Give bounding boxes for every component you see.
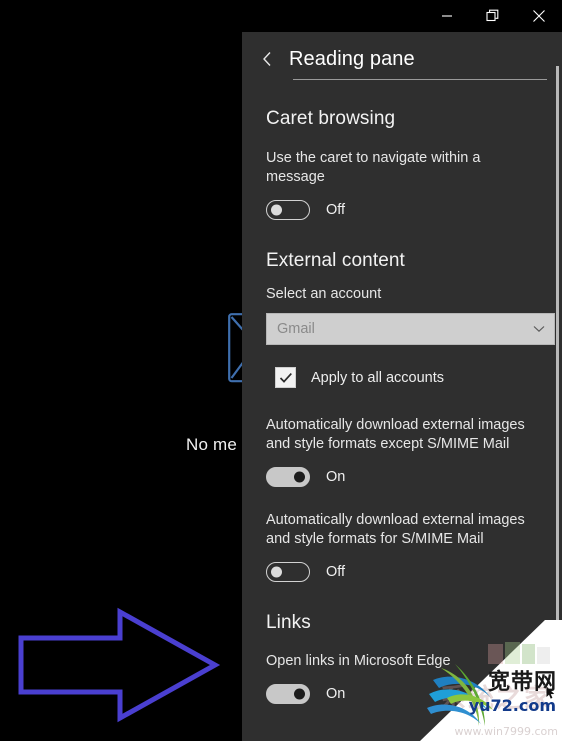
chevron-left-icon[interactable]: [254, 46, 280, 72]
header-divider: [293, 79, 547, 80]
download-for-smime-toggle[interactable]: [266, 562, 310, 582]
caret-browsing-toggle[interactable]: [266, 200, 310, 220]
app-window: No me Reading pane Caret browsing Use th…: [0, 0, 562, 741]
checkmark-icon: [279, 372, 293, 384]
panel-header: Reading pane: [242, 32, 562, 72]
caret-browsing-toggle-row: Off: [266, 200, 547, 220]
download-except-smime-toggle[interactable]: [266, 467, 310, 487]
toggle-knob: [294, 471, 305, 483]
caret-browsing-description: Use the caret to navigate within a messa…: [266, 150, 481, 185]
select-account-label: Select an account: [266, 286, 382, 302]
toggle-knob: [294, 688, 305, 700]
watermark-overlay: 系统之家 宽带网 yu72.com www.win7999.com: [420, 620, 562, 741]
account-select-value: Gmail: [277, 321, 315, 337]
section-caret-browsing: Caret browsing Use the caret to navigate…: [242, 108, 562, 220]
watermark-faint-url: www.win7999.com: [454, 725, 559, 738]
download-for-smime-state: Off: [326, 564, 346, 580]
open-links-edge-state: On: [326, 686, 346, 702]
restore-icon[interactable]: [470, 0, 516, 32]
mouse-cursor-icon: [546, 686, 556, 705]
mail-reading-pane-background: No me: [0, 0, 274, 741]
section-heading-caret-browsing: Caret browsing: [266, 108, 396, 129]
toggle-knob: [271, 204, 282, 216]
account-select[interactable]: Gmail: [266, 313, 555, 345]
section-external-content: External content Select an account Gmail: [242, 250, 562, 582]
caret-browsing-toggle-state: Off: [326, 202, 346, 218]
open-links-edge-toggle[interactable]: [266, 684, 310, 704]
download-except-smime-label: Automatically download external images a…: [266, 417, 525, 452]
download-except-smime-state: On: [326, 469, 346, 485]
page-title: Reading pane: [289, 47, 415, 70]
chevron-down-icon: [533, 325, 545, 333]
apply-all-accounts-row[interactable]: Apply to all accounts: [275, 367, 547, 388]
download-for-smime-toggle-row: Off: [266, 562, 547, 582]
apply-all-accounts-label: Apply to all accounts: [311, 369, 444, 386]
right-arrow-annotation-icon: [10, 595, 240, 735]
title-bar: [242, 0, 562, 32]
section-heading-external-content: External content: [266, 250, 405, 271]
panel-scrollbar-thumb[interactable]: [556, 66, 559, 694]
watermark-url: yu72.com: [468, 696, 556, 715]
minimize-icon[interactable]: [424, 0, 470, 32]
download-for-smime-label: Automatically download external images a…: [266, 512, 525, 547]
apply-all-accounts-checkbox[interactable]: [275, 367, 296, 388]
empty-state-text: No me: [186, 435, 238, 454]
download-except-smime-toggle-row: On: [266, 467, 547, 487]
toggle-knob: [271, 566, 282, 578]
close-icon[interactable]: [516, 0, 562, 32]
